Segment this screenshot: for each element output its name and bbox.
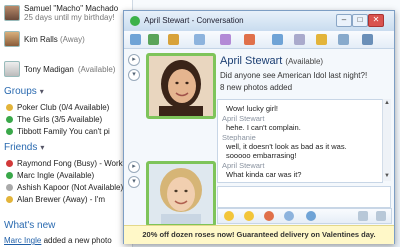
group-item[interactable]: Poker Club (0/4 Available) (6, 102, 109, 112)
call-icon[interactable] (194, 34, 205, 45)
title-bar[interactable]: April Stewart - Conversation – □ ✕ (124, 11, 394, 32)
friends-title: Friends (4, 142, 38, 153)
contact-status: (Available) (77, 64, 116, 74)
text-icon[interactable] (376, 211, 386, 221)
chat-message: What kinda car was it? (226, 170, 302, 179)
messenger-icon (130, 16, 140, 26)
friend-item[interactable]: Raymond Fong (Busy) - Work (6, 158, 123, 168)
message-input[interactable] (217, 186, 391, 208)
collapse-icon[interactable]: ▾ (128, 176, 140, 188)
contact-status: (Available) (285, 57, 324, 66)
group-icon (6, 115, 13, 123)
window-title: April Stewart - Conversation (144, 16, 244, 25)
close-button[interactable]: ✕ (368, 14, 384, 27)
groups-header[interactable]: Groups ▾ (4, 86, 44, 97)
chat-message: Wow! lucky girl! (226, 104, 278, 113)
contact-name: Kim Ralls (24, 34, 58, 44)
friend-item[interactable]: Alan Brewer (Away) - I'm (6, 194, 105, 204)
collapse-arrow-icon: ▾ (40, 143, 45, 152)
contact-status: 25 days until my birthday! (24, 13, 115, 22)
wink-icon[interactable] (244, 211, 254, 221)
status-icon (6, 183, 13, 191)
format-toolbar (217, 208, 392, 224)
new-photos-link[interactable]: 8 new photos added (220, 83, 292, 92)
chat-sender: April Stewart (222, 161, 265, 170)
contact-row[interactable]: Samuel "Macho" Machado 25 days until my … (4, 4, 118, 22)
group-label: The Girls (3/5 Available) (17, 114, 103, 124)
toolbar (124, 31, 394, 49)
conversation-window: April Stewart - Conversation – □ ✕ ▸ ▾ ▸… (123, 10, 395, 244)
video-icon[interactable] (168, 34, 179, 45)
status-icon (6, 171, 13, 179)
chat-message: sooooo embarrasing! (226, 151, 297, 160)
chat-sender: April Stewart (222, 114, 265, 123)
group-label: Tibbott Family You can't pi (17, 126, 110, 136)
block-icon[interactable] (272, 34, 283, 45)
voice-clip-icon[interactable] (284, 211, 294, 221)
expand-icon[interactable]: ▸ (128, 161, 140, 173)
minimize-button[interactable]: – (336, 14, 352, 27)
contact-row[interactable]: Kim Ralls (Away) (4, 30, 85, 48)
chat-scrollbar[interactable]: ▲ ▼ (382, 99, 391, 181)
contact-name: April Stewart (220, 55, 283, 67)
contact-header: April Stewart (Available) (220, 55, 323, 67)
handwriting-icon[interactable] (358, 211, 368, 221)
my-photo[interactable] (146, 161, 216, 227)
share-files-icon[interactable] (148, 34, 159, 45)
group-item[interactable]: The Girls (3/5 Available) (6, 114, 102, 124)
contact-photo[interactable] (146, 53, 216, 119)
friend-label: Raymond Fong (Busy) - Work (17, 158, 123, 168)
contact-name: Samuel "Macho" Machado (24, 4, 119, 13)
chat-message: hehe. I can't complain. (226, 123, 301, 132)
group-label: Poker Club (0/4 Available) (17, 102, 110, 112)
whats-new-text: added a new photo (41, 236, 112, 245)
expand-icon[interactable]: ▸ (128, 54, 140, 66)
collapse-icon[interactable]: ▾ (128, 69, 140, 81)
theme-icon[interactable] (316, 34, 327, 45)
group-item[interactable]: Tibbott Family You can't pi (6, 126, 110, 136)
contact-name: Tony Madigan (24, 64, 74, 74)
whats-new-link[interactable]: Marc Ingle (4, 236, 41, 245)
chat-sender: Stephanie (222, 133, 256, 142)
games-icon[interactable] (244, 34, 255, 45)
avatar (4, 61, 20, 77)
background-icon[interactable] (294, 34, 305, 45)
group-icon (6, 127, 13, 135)
group-icon (6, 103, 13, 111)
avatar (4, 5, 20, 21)
menu-icon[interactable] (338, 34, 349, 45)
invite-icon[interactable] (130, 34, 141, 45)
status-icon (6, 195, 13, 203)
maximize-button[interactable]: □ (352, 14, 368, 27)
emoticon-icon[interactable] (224, 211, 234, 221)
ad-banner[interactable]: 20% off dozen roses now! Guaranteed deli… (124, 225, 394, 244)
friend-item[interactable]: Ashish Kapoor (Not Available) (6, 182, 123, 192)
nudge-icon[interactable] (264, 211, 274, 221)
friend-label: Alan Brewer (Away) - I'm (17, 194, 106, 204)
scroll-up-icon[interactable]: ▲ (384, 100, 390, 106)
contact-list-window: Samuel "Macho" Machado 25 days until my … (0, 0, 133, 247)
chat-history: Wow! lucky girl! April Stewart hehe. I c… (217, 99, 383, 183)
avatar (4, 31, 20, 47)
collapse-arrow-icon: ▾ (39, 87, 44, 96)
personal-message: Did anyone see American Idol last night?… (220, 71, 368, 80)
friend-label: Ashish Kapoor (Not Available) (17, 182, 124, 192)
status-icon (6, 159, 13, 167)
chat-message: well, it doesn't look as bad as it was. (226, 142, 347, 151)
options-icon[interactable] (362, 34, 373, 45)
scroll-down-icon[interactable]: ▼ (384, 173, 390, 179)
whats-new-title: What's new (4, 220, 56, 231)
font-icon[interactable] (306, 211, 316, 221)
whats-new-item: Marc Ingle added a new photo (4, 236, 112, 245)
activities-icon[interactable] (220, 34, 231, 45)
friend-item[interactable]: Marc Ingle (Available) (6, 170, 94, 180)
contact-status: (Away) (60, 34, 85, 44)
groups-title: Groups (4, 86, 37, 97)
contact-row[interactable]: Tony Madigan (Available) (4, 60, 115, 78)
friends-header[interactable]: Friends ▾ (4, 142, 44, 153)
friend-label: Marc Ingle (Available) (17, 170, 95, 180)
